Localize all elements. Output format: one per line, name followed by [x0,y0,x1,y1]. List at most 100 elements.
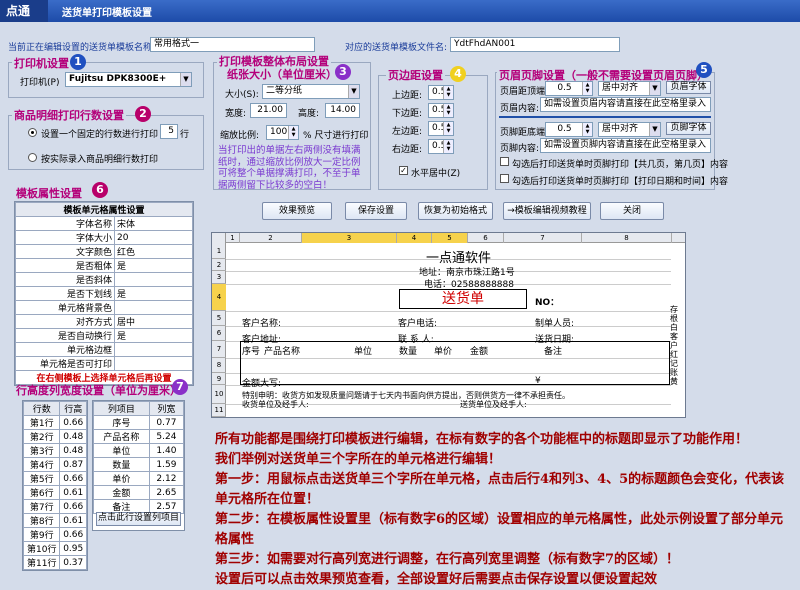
current-template-input[interactable]: 常用格式一 [150,37,315,52]
row-height-value[interactable]: 0.48 [59,429,87,444]
goods-table-header[interactable]: 产品名称 [264,344,300,357]
prop-row[interactable]: 是否斜体 [15,272,193,287]
fixed-rows-radio[interactable] [28,128,37,137]
row-height-value[interactable]: 0.48 [59,443,87,458]
prop-row[interactable]: 单元格是否可打印 [15,356,193,371]
prop-value[interactable]: 红色 [114,244,193,259]
bottom-margin-input[interactable]: 0.5 ▲ ▼ [428,103,454,118]
column-header[interactable]: 6 [468,233,504,243]
footer-distance-input[interactable]: 0.5 ▲ ▼ [545,122,593,137]
row-height-row[interactable]: 第3行 0.48 [22,443,87,458]
row-height-value[interactable]: 0.66 [59,415,87,430]
prop-row[interactable]: 对齐方式 居中 [15,314,193,329]
header-font-button[interactable]: 页眉字体 [666,81,711,94]
prop-value[interactable]: 是 [114,328,193,343]
chevron-down-icon[interactable]: ▼ [348,85,359,98]
yen-sign[interactable]: ¥ [535,376,541,386]
row-height-row[interactable]: 第5行 0.66 [22,471,87,486]
goods-table-header[interactable]: 单位 [354,344,372,357]
goods-table[interactable] [240,341,670,385]
chevron-down-icon[interactable]: ▼ [180,73,191,86]
header-content-input[interactable]: 如需设置页眉内容请直接在此空格里录入 [540,97,711,112]
row-height-value[interactable]: 0.95 [59,541,87,556]
col-width-row[interactable]: 数量 1.59 [93,457,185,472]
goods-table-header[interactable]: 数量 [399,344,417,357]
col-width-value[interactable]: 5.24 [148,429,185,444]
template-file-input[interactable]: YdtFhdAN001 [450,37,620,52]
close-button[interactable]: 关闭 [600,202,664,220]
paper-size-select[interactable]: 二等分纸 ▼ [262,84,360,99]
prop-value[interactable] [114,300,193,315]
goods-table-header[interactable]: 单价 [434,344,452,357]
row-height-value[interactable]: 0.66 [59,471,87,486]
row-height-value[interactable]: 0.61 [59,485,87,500]
row-height-row[interactable]: 第7行 0.66 [22,499,87,514]
maker[interactable]: 制单人员: [535,316,574,329]
row-header[interactable]: 5 [212,311,226,326]
row-header[interactable]: 6 [212,326,226,341]
row-header[interactable]: 7 [212,341,226,358]
row-height-value[interactable]: 0.61 [59,513,87,528]
column-header[interactable]: 1 [226,233,240,243]
goods-table-header[interactable]: 序号 [242,344,260,357]
chevron-down-icon[interactable]: ▼ [649,123,660,136]
prop-value[interactable]: 是 [114,286,193,301]
company-name[interactable]: 一点通软件 [426,247,491,266]
receiver-sign[interactable]: 收货单位及经手人: [242,399,309,410]
doc-title-cell[interactable]: 送货单 [399,289,527,309]
page-number-checkbox[interactable] [500,157,509,166]
prop-row[interactable]: 单元格背景色 [15,300,193,315]
spinner-icon[interactable]: ▲ ▼ [582,82,592,95]
right-margin-input[interactable]: 0.5 ▲ ▼ [428,139,454,154]
column-header[interactable]: 8 [582,233,672,243]
col-width-row[interactable]: 序号 0.77 [93,415,185,430]
col-width-value[interactable]: 2.65 [148,485,185,500]
row-header[interactable]: 8 [212,358,226,373]
row-header[interactable]: 2 [212,259,226,271]
sender-sign[interactable]: 送货单位及经手人: [460,399,527,410]
col-width-value[interactable]: 1.59 [148,457,185,472]
prop-row[interactable]: 单元格边框 [15,342,193,357]
row-height-row[interactable]: 第11行 0.37 [22,555,87,570]
row-header[interactable]: 9 [212,373,226,385]
prop-row[interactable]: 是否自动换行是 [15,328,193,343]
column-header[interactable]: 5 [432,233,468,243]
row-height-value[interactable]: 0.66 [59,499,87,514]
prop-row[interactable]: 文字颜色 红色 [15,244,193,259]
prop-value[interactable] [114,356,193,371]
row-height-row[interactable]: 第10行 0.95 [22,541,87,556]
spinner-icon[interactable]: ▲ ▼ [443,86,453,99]
row-height-row[interactable]: 第6行 0.61 [22,485,87,500]
row-header[interactable]: 1 [212,243,226,259]
prop-row[interactable]: 是否粗体是 [15,258,193,273]
prop-value[interactable]: 宋体 [114,216,193,231]
left-margin-input[interactable]: 0.5 ▲ ▼ [428,121,454,136]
template-sheet[interactable]: 12345678 1 2 3 4 5 6 7 8 9 10 11 一点通软件 地址：南京市珠江路1号… [211,232,686,418]
prop-value[interactable] [114,342,193,357]
width-input[interactable]: 21.00 [250,103,287,118]
row-height-value[interactable]: 0.66 [59,527,87,542]
spinner-icon[interactable]: ▲ ▼ [443,104,453,117]
header-distance-input[interactable]: 0.5 ▲ ▼ [545,81,593,96]
prop-value[interactable] [114,272,193,287]
zoom-input[interactable]: 100 ▲ ▼ [266,125,299,140]
row-height-value[interactable]: 0.37 [59,555,87,570]
row-height-row[interactable]: 第1行 0.66 [22,415,87,430]
prop-value[interactable]: 是 [114,258,193,273]
col-width-row[interactable]: 产品名称 5.24 [93,429,185,444]
prop-value[interactable]: 居中 [114,314,193,329]
tutorial-button[interactable]: →模板编辑视频教程 [503,202,591,220]
top-margin-input[interactable]: 0.5 ▲ ▼ [428,85,454,100]
row-height-row[interactable]: 第2行 0.48 [22,429,87,444]
col-width-value[interactable]: 2.12 [148,471,185,486]
column-header[interactable]: 3 [302,233,397,243]
amount-words[interactable]: 金额大写: [242,376,281,389]
prop-row[interactable]: 字体名称 宋体 [15,216,193,231]
prop-row[interactable]: 字体大小 20 [15,230,193,245]
column-header[interactable]: 7 [504,233,582,243]
spinner-icon[interactable]: ▲ ▼ [582,123,592,136]
col-width-value[interactable]: 1.40 [148,443,185,458]
side-note[interactable]: 存根 白客户 红记账 黄 [670,305,679,386]
doc-number[interactable]: NO： [535,295,559,308]
prop-row[interactable]: 是否下划线是 [15,286,193,301]
